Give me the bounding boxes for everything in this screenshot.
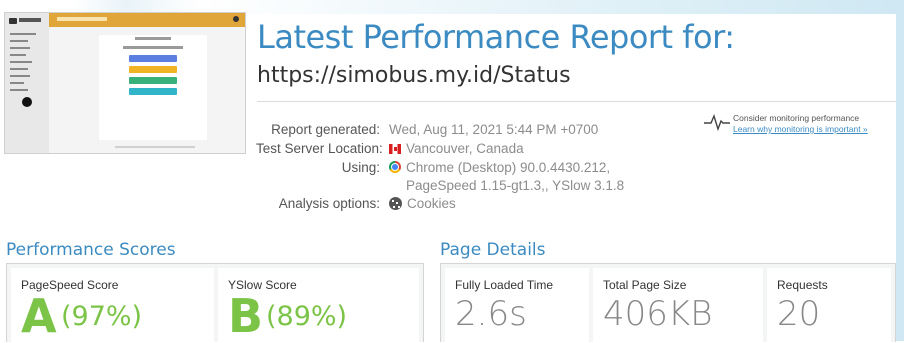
thumbnail-sidebar-item bbox=[10, 54, 26, 56]
thumbnail-user-icon bbox=[233, 16, 239, 22]
fully-loaded-time-label: Fully Loaded Time bbox=[455, 278, 554, 292]
thumbnail-sidebar-item bbox=[10, 89, 28, 91]
monitoring-text: Consider monitoring performance bbox=[733, 113, 860, 123]
thumbnail-sidebar-item bbox=[10, 82, 24, 84]
using-label: Using: bbox=[341, 160, 380, 175]
thumbnail-button-cyan bbox=[129, 88, 177, 95]
bus-icon bbox=[9, 18, 17, 24]
thumbnail-app-title bbox=[57, 17, 107, 21]
report-url[interactable]: https://simobus.my.id/Status bbox=[257, 63, 571, 88]
yslow-score-cell[interactable]: YSlow Score B (89%) bbox=[218, 268, 419, 342]
using-value: Chrome (Desktop) 90.0.4430.212, bbox=[389, 160, 610, 175]
location-label: Test Server Location: bbox=[256, 141, 383, 156]
thumbnail-sidebar-item bbox=[10, 61, 32, 63]
location-value: Vancouver, Canada bbox=[389, 141, 524, 156]
page-details-title: Page Details bbox=[440, 240, 546, 260]
thumbnail-sidebar-item bbox=[10, 47, 30, 49]
requests-value: 20 bbox=[777, 294, 821, 334]
thumbnail-button-blue bbox=[129, 55, 177, 62]
location-text: Vancouver, Canada bbox=[406, 141, 524, 156]
thumbnail-sidebar-item bbox=[10, 75, 30, 77]
thumbnail-sidebar-item bbox=[10, 40, 28, 42]
monitoring-link[interactable]: Learn why monitoring is important » bbox=[733, 124, 868, 134]
chrome-icon bbox=[389, 161, 401, 173]
page-screenshot-thumbnail[interactable] bbox=[4, 12, 246, 154]
page-details-panel: Fully Loaded Time 2.6s Total Page Size 4… bbox=[440, 263, 896, 342]
pagespeed-percent: (97%) bbox=[61, 301, 143, 332]
performance-scores-panel: PageSpeed Score A (97%) YSlow Score B (8… bbox=[6, 263, 424, 342]
pulse-icon bbox=[704, 113, 730, 131]
requests-cell: Requests 20 bbox=[767, 268, 891, 342]
thumbnail-button-green bbox=[129, 77, 177, 84]
fully-loaded-time-value: 2.6s bbox=[455, 294, 527, 334]
yslow-percent: (89%) bbox=[266, 301, 348, 332]
pagespeed-grade: A bbox=[21, 289, 57, 343]
thumbnail-sidebar-item bbox=[10, 33, 36, 35]
analysis-options-value: Cookies bbox=[389, 196, 456, 211]
thumbnail-avatar-dot bbox=[22, 97, 32, 107]
using-text-line1: Chrome (Desktop) 90.0.4430.212, bbox=[406, 160, 611, 175]
total-page-size-label: Total Page Size bbox=[603, 278, 687, 292]
thumbnail-footer bbox=[115, 146, 195, 148]
analysis-options-text: Cookies bbox=[407, 196, 456, 211]
thumbnail-topbar bbox=[49, 13, 245, 27]
total-page-size-value: 406KB bbox=[603, 294, 713, 334]
pagespeed-score-cell[interactable]: PageSpeed Score A (97%) bbox=[11, 268, 214, 342]
report-generated-label: Report generated: bbox=[271, 122, 380, 137]
report-title: Latest Performance Report for: bbox=[257, 18, 735, 56]
analysis-options-label: Analysis options: bbox=[278, 196, 380, 211]
thumbnail-heading bbox=[135, 37, 171, 40]
right-edge-band bbox=[896, 0, 904, 341]
using-text-line2: PageSpeed 1.15-gt1.3,, YSlow 3.1.8 bbox=[406, 178, 625, 193]
canada-flag-icon bbox=[389, 144, 401, 154]
requests-label: Requests bbox=[777, 278, 828, 292]
report-generated-value: Wed, Aug 11, 2021 5:44 PM +0700 bbox=[389, 122, 599, 137]
yslow-grade: B bbox=[228, 289, 264, 343]
cookie-icon bbox=[389, 197, 402, 210]
fully-loaded-time-cell: Fully Loaded Time 2.6s bbox=[445, 268, 589, 342]
thumbnail-subheading bbox=[123, 46, 183, 49]
thumbnail-sidebar bbox=[5, 13, 49, 153]
thumbnail-logo-text bbox=[19, 18, 41, 22]
thumbnail-sidebar-item bbox=[10, 68, 28, 70]
thumbnail-button-yellow bbox=[129, 66, 177, 73]
total-page-size-cell: Total Page Size 406KB bbox=[593, 268, 763, 342]
performance-scores-title: Performance Scores bbox=[6, 240, 176, 260]
header-divider bbox=[257, 101, 896, 102]
